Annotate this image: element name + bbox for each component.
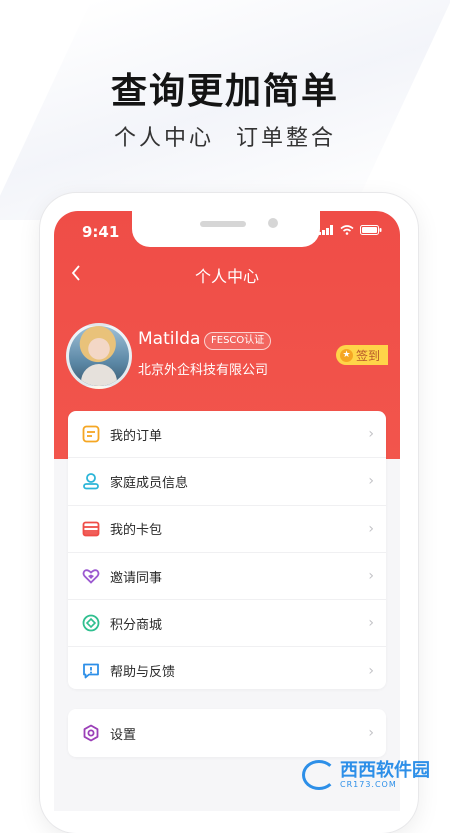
promo-headline: 查询更加简单 xyxy=(110,71,339,112)
star-icon: ★ xyxy=(339,348,353,362)
promo-subline-right: 订单整合 xyxy=(236,126,337,151)
menu-item-points-mall[interactable]: 积分商城 › xyxy=(68,600,386,648)
promo-subline-left: 个人中心 xyxy=(113,126,214,151)
watermark-text-block: 西西软件园 CR173.COM xyxy=(340,759,430,789)
menu-item-invite-colleague[interactable]: 邀请同事 › xyxy=(68,553,386,601)
menu-item-label: 积分商城 xyxy=(110,617,163,633)
menu-item-label: 邀请同事 xyxy=(110,570,163,586)
avatar[interactable] xyxy=(66,323,132,389)
chevron-right-icon: › xyxy=(368,520,374,537)
chevron-right-icon: › xyxy=(368,426,374,443)
wifi-icon xyxy=(340,225,354,235)
menu-item-wallet[interactable]: 我的卡包 › xyxy=(68,506,386,553)
chevron-right-icon: › xyxy=(368,615,374,632)
menu-item-label: 家庭成员信息 xyxy=(110,475,189,491)
menu-item-family-members[interactable]: 家庭成员信息 › xyxy=(68,458,386,506)
signin-label: 签到 xyxy=(355,348,380,363)
menu-card: 我的订单 › 家庭成员信息 › 我的卡包 › 邀请同事 › 积分商城 › 帮助与… xyxy=(68,411,386,689)
menu-item-my-orders[interactable]: 我的订单 › xyxy=(68,411,386,459)
menu-item-label: 帮助与反馈 xyxy=(110,665,176,681)
chevron-right-icon: › xyxy=(368,568,374,585)
signin-button[interactable]: ★ 签到 xyxy=(335,345,388,365)
speaker-grille xyxy=(200,221,246,227)
watermark-logo-icon xyxy=(302,760,336,790)
settings-label: 设置 xyxy=(110,727,137,743)
signal-icon xyxy=(318,225,333,235)
user-name: Matilda xyxy=(138,329,201,349)
chevron-right-icon: › xyxy=(368,725,374,741)
wallet-icon xyxy=(80,518,102,540)
phone-notch xyxy=(132,211,320,247)
status-time: 9:41 xyxy=(82,223,120,241)
watermark-sub: CR173.COM xyxy=(340,779,397,789)
chevron-right-icon: › xyxy=(368,662,374,679)
battery-icon xyxy=(360,225,382,235)
heart-icon xyxy=(80,565,102,587)
chevron-right-icon: › xyxy=(368,473,374,490)
company-name: 北京外企科技有限公司 xyxy=(138,363,269,378)
settings-icon xyxy=(80,722,102,744)
points-mall-icon xyxy=(80,612,102,634)
watermark-text: 西西软件园 xyxy=(340,759,430,781)
settings-card: 设置 › xyxy=(68,709,386,757)
avatar-figure xyxy=(81,364,117,386)
app-screen: 9:41 个人中心 Matilda FESCO认证 北京外企科技有限公司 ★ 签… xyxy=(54,211,400,811)
family-member-icon xyxy=(80,470,102,492)
help-feedback-icon xyxy=(80,660,102,682)
promo-subline: 个人中心 订单整合 xyxy=(0,120,450,152)
page-title: 个人中心 xyxy=(194,267,259,286)
status-icons xyxy=(318,225,382,235)
menu-item-label: 我的卡包 xyxy=(110,523,163,539)
order-icon xyxy=(80,423,102,445)
menu-item-label: 我的订单 xyxy=(110,428,163,444)
menu-item-settings[interactable]: 设置 › xyxy=(68,709,386,757)
menu-item-help-feedback[interactable]: 帮助与反馈 › xyxy=(68,647,386,693)
camera-dot xyxy=(268,218,278,228)
watermark: 西西软件园 CR173.COM xyxy=(302,760,430,790)
verified-badge: FESCO认证 xyxy=(204,332,272,350)
